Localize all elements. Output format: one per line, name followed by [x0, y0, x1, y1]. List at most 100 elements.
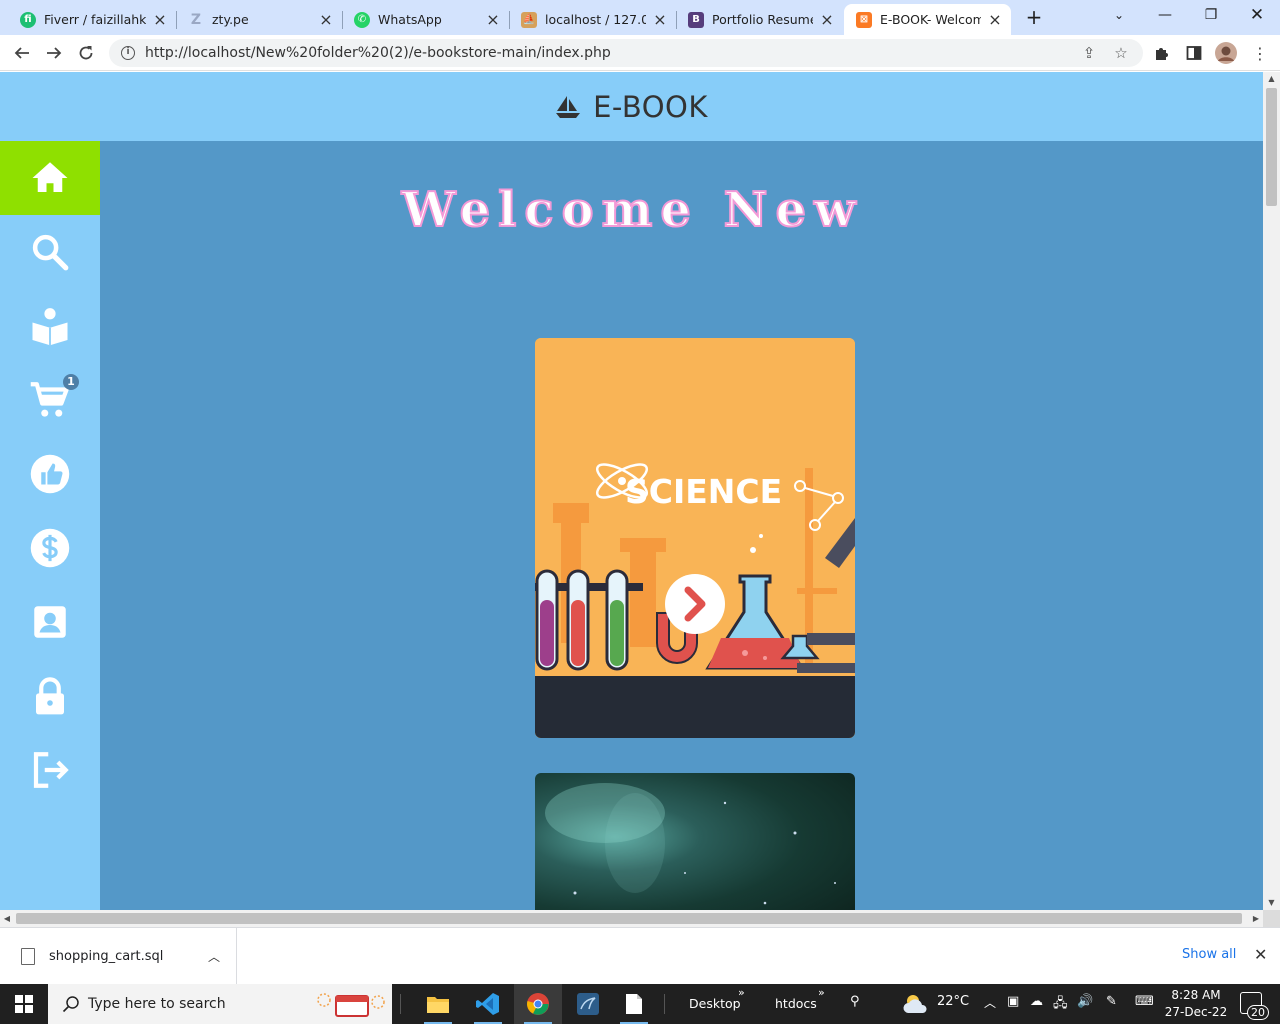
whatsapp-icon: ✆: [354, 11, 370, 28]
tab-title: Portfolio Resume -: [712, 12, 813, 27]
pen-icon[interactable]: ✎: [1106, 994, 1117, 1009]
close-icon[interactable]: ×: [819, 11, 835, 28]
forward-button[interactable]: [40, 39, 68, 67]
restore-button[interactable]: ❐: [1188, 0, 1234, 30]
scroll-thumb[interactable]: [16, 913, 1242, 924]
network-icon[interactable]: 🖧: [1053, 994, 1068, 1016]
tab-ebook-active[interactable]: ⊠ E-BOOK- Welcome ×: [844, 4, 1011, 35]
notification-count: 20: [1247, 1005, 1269, 1020]
show-all-link[interactable]: Show all: [1182, 947, 1236, 962]
category-card-science[interactable]: SCIENCE: [535, 338, 855, 738]
workbench-icon: [577, 993, 599, 1015]
tab-title: WhatsApp: [378, 12, 442, 27]
site-header: E-BOOK: [0, 72, 1263, 141]
arrow-right-circle-icon: [665, 574, 725, 634]
vertical-scrollbar[interactable]: ▲ ▼: [1263, 72, 1280, 910]
weather-cloud-icon[interactable]: [902, 993, 930, 1015]
folder-icon: [427, 997, 449, 1013]
close-icon[interactable]: ×: [485, 11, 501, 28]
taskbar-vscode[interactable]: [464, 984, 512, 1024]
tab-title: Fiverr / faizillahkhan: [44, 12, 146, 27]
volume-icon[interactable]: 🔊: [1077, 994, 1093, 1009]
notification-center-icon[interactable]: 20: [1240, 992, 1269, 1020]
bootstrap-icon: B: [688, 11, 704, 28]
calendar-fireworks-icon: [317, 993, 385, 1017]
close-icon[interactable]: ×: [152, 11, 168, 28]
tab-ztype[interactable]: Z zty.pe ×: [176, 4, 342, 35]
category-card-space[interactable]: [535, 773, 855, 910]
meet-now-icon[interactable]: ▣: [1007, 994, 1019, 1009]
avatar-icon: [1215, 42, 1237, 64]
sidebar-item-pricing[interactable]: [0, 511, 100, 585]
info-icon[interactable]: i: [121, 46, 135, 60]
cart-count-badge: 1: [63, 374, 79, 390]
fiverr-icon: fi: [20, 11, 36, 28]
browser-tab-strip: fi Fiverr / faizillahkhan × Z zty.pe × ✆…: [0, 0, 1280, 35]
sidebar-item-read[interactable]: [0, 289, 100, 363]
close-icon[interactable]: ×: [652, 11, 668, 28]
keyboard-icon[interactable]: ⌨: [1135, 994, 1154, 1009]
address-bar[interactable]: i http://localhost/New%20folder%20(2)/e-…: [109, 39, 1143, 67]
minimize-button[interactable]: —: [1142, 0, 1188, 30]
new-tab-button[interactable]: +: [1022, 6, 1046, 30]
chevron-up-icon[interactable]: ︿: [984, 994, 996, 1011]
windows-logo-icon: [15, 995, 33, 1013]
share-icon[interactable]: ⇪: [1081, 45, 1097, 61]
sidebar-item-profile[interactable]: [0, 585, 100, 659]
taskbar-chrome[interactable]: [514, 984, 562, 1024]
page-viewport: E-BOOK 1 Welcome New SCIENCE: [0, 72, 1263, 910]
side-panel-button[interactable]: [1180, 39, 1208, 67]
horizontal-scrollbar[interactable]: ◀ ▶: [0, 910, 1263, 927]
tab-localhost[interactable]: ⛵ localhost / 127.0.0.1 ×: [509, 4, 676, 35]
people-icon[interactable]: ⚲: [850, 994, 860, 1009]
tab-whatsapp[interactable]: ✆ WhatsApp ×: [342, 4, 509, 35]
taskbar-search[interactable]: Type here to search: [48, 984, 392, 1024]
sidebar-item-search[interactable]: [0, 215, 100, 289]
back-button[interactable]: [8, 39, 36, 67]
sidebar-item-logout[interactable]: [0, 733, 100, 807]
close-icon[interactable]: ×: [987, 11, 1003, 28]
reload-button[interactable]: [72, 39, 100, 67]
brand-title: E-BOOK: [593, 89, 708, 124]
tab-search-button[interactable]: ⌄: [1096, 0, 1142, 30]
toolbar-htdocs[interactable]: htdocs: [775, 996, 817, 1011]
download-shelf: shopping_cart.sql ︿ Show all ✕: [0, 927, 1280, 984]
document-icon: [626, 994, 642, 1014]
science-illustration: SCIENCE: [535, 338, 855, 738]
sidebar-item-lock[interactable]: [0, 659, 100, 733]
search-icon: [32, 234, 69, 271]
system-clock[interactable]: 8:28 AM 27-Dec-22: [1160, 987, 1232, 1021]
sidebar-item-cart[interactable]: 1: [0, 363, 100, 437]
arrow-right-icon: [47, 47, 62, 59]
sidebar-item-likes[interactable]: [0, 437, 100, 511]
sidebar-item-home[interactable]: [0, 141, 100, 215]
vscode-icon: [476, 993, 499, 1015]
menu-button[interactable]: ⋮: [1246, 39, 1274, 67]
side-panel-icon: [1186, 46, 1202, 60]
close-window-button[interactable]: ✕: [1234, 0, 1280, 30]
tab-portfolio[interactable]: B Portfolio Resume - ×: [676, 4, 843, 35]
download-item[interactable]: shopping_cart.sql ︿: [0, 928, 237, 984]
close-icon[interactable]: ✕: [1254, 945, 1267, 964]
bookmark-star-icon[interactable]: ☆: [1113, 45, 1129, 61]
tab-fiverr[interactable]: fi Fiverr / faizillahkhan ×: [8, 4, 176, 35]
scroll-thumb[interactable]: [1266, 88, 1277, 206]
chevron-up-icon[interactable]: ︿: [208, 948, 220, 965]
onedrive-icon[interactable]: ☁: [1030, 994, 1043, 1009]
taskbar-notepad[interactable]: [610, 984, 658, 1024]
clock-time: 8:28 AM: [1171, 988, 1221, 1002]
file-icon: [21, 947, 35, 965]
thumbs-up-icon: [30, 454, 70, 494]
close-icon[interactable]: ×: [318, 11, 334, 28]
ztype-icon: Z: [190, 11, 202, 28]
profile-avatar[interactable]: [1212, 39, 1240, 67]
brand-logo[interactable]: E-BOOK: [555, 90, 708, 124]
start-button[interactable]: [0, 984, 48, 1024]
taskbar-file-explorer[interactable]: [414, 984, 462, 1024]
taskbar-mysql-workbench[interactable]: [564, 984, 612, 1024]
extensions-button[interactable]: [1148, 39, 1176, 67]
space-image: [545, 783, 836, 905]
logout-icon: [33, 752, 69, 788]
toolbar-desktop[interactable]: Desktop: [689, 996, 741, 1011]
url-text: http://localhost/New%20folder%20(2)/e-bo…: [145, 45, 611, 61]
